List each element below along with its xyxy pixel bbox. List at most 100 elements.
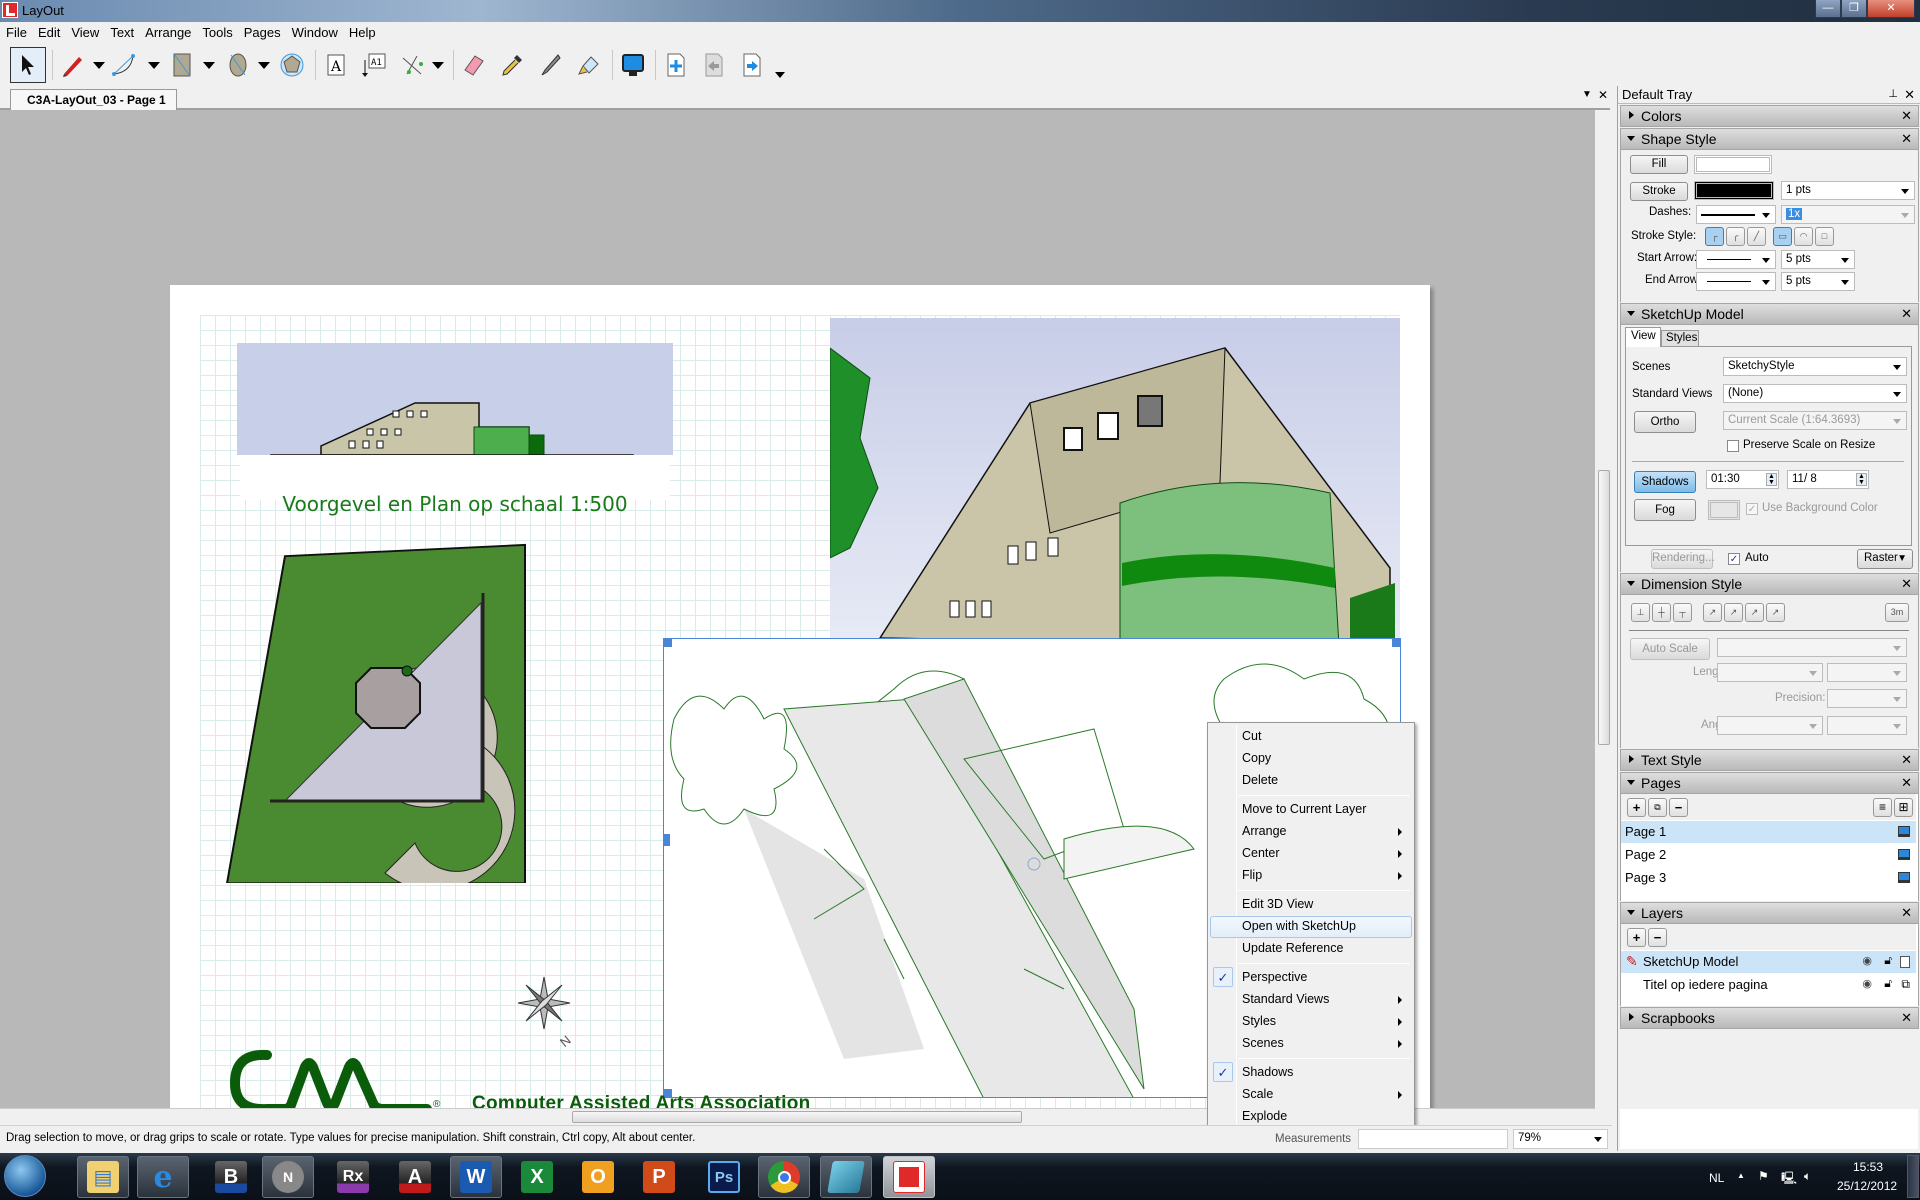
render-mode-dropdown[interactable]: Raster ▼ xyxy=(1857,549,1913,569)
language-indicator[interactable]: NL xyxy=(1709,1171,1724,1185)
menu-item-move-to-current-layer[interactable]: Move to Current Layer xyxy=(1210,799,1412,821)
auto-scale-button[interactable]: Auto Scale xyxy=(1630,638,1710,660)
dim-text-below-button[interactable]: ┬ xyxy=(1673,603,1692,622)
fill-color-swatch[interactable] xyxy=(1694,155,1772,174)
arc-tool-dropdown[interactable] xyxy=(148,62,160,69)
selection-grip-top-right[interactable] xyxy=(1392,639,1400,647)
pin-tray-icon[interactable]: ⊥ xyxy=(1888,87,1898,100)
standard-views-dropdown[interactable]: (None) xyxy=(1723,384,1907,403)
text-style-panel-header[interactable]: Text Style ✕ xyxy=(1620,749,1919,771)
rendering-button[interactable]: Rendering... xyxy=(1651,549,1715,569)
circle-tool-button[interactable] xyxy=(222,49,254,81)
page-list-item[interactable]: Page 3 xyxy=(1621,867,1916,889)
shadow-date-spinner[interactable]: ▲ ▼ xyxy=(1856,473,1867,486)
dim-scale-button[interactable]: 3m xyxy=(1885,603,1909,622)
menu-arrange[interactable]: Arrange xyxy=(139,22,196,40)
horizontal-scroll-thumb[interactable] xyxy=(572,1111,1022,1123)
action-center-flag-icon[interactable]: ⚑ xyxy=(1758,1169,1769,1183)
menu-edit[interactable]: Edit xyxy=(32,22,65,40)
dimension-style-panel-header[interactable]: Dimension Style ✕ xyxy=(1620,573,1919,595)
dimension-tool-dropdown[interactable] xyxy=(432,62,444,69)
delete-layer-button[interactable]: − xyxy=(1648,928,1667,947)
menu-item-perspective[interactable]: Perspective ✓ xyxy=(1210,967,1412,989)
ortho-button[interactable]: Ortho xyxy=(1634,411,1696,433)
taskbar-app-b[interactable]: B xyxy=(205,1156,257,1198)
north-arrow-icon[interactable]: N xyxy=(516,975,576,1050)
menu-item-scenes[interactable]: Scenes xyxy=(1210,1033,1412,1055)
miter-join-button[interactable]: ┌ xyxy=(1705,227,1724,246)
presentation-button[interactable] xyxy=(617,49,649,81)
menu-item-flip[interactable]: Flip xyxy=(1210,865,1412,887)
angle-precision-dropdown[interactable] xyxy=(1827,716,1907,735)
start-arrow-size-dropdown[interactable]: 5 pts xyxy=(1781,250,1855,269)
menu-item-shadows[interactable]: Shadows ✓ xyxy=(1210,1062,1412,1084)
dashes-dropdown[interactable] xyxy=(1696,205,1776,224)
menu-pages[interactable]: Pages xyxy=(238,22,286,40)
taskbar-app-a[interactable]: A xyxy=(389,1156,441,1198)
stroke-color-swatch[interactable] xyxy=(1694,181,1774,200)
close-scrapbooks-panel-icon[interactable]: ✕ xyxy=(1901,1010,1912,1026)
pages-panel-header[interactable]: Pages ✕ xyxy=(1620,772,1919,794)
page-list-item[interactable]: Page 2 xyxy=(1621,844,1916,866)
round-cap-button[interactable]: ◠ xyxy=(1794,227,1813,246)
menu-help[interactable]: Help xyxy=(343,22,381,40)
taskbar-word[interactable]: W xyxy=(450,1156,502,1198)
scenes-dropdown[interactable]: SketchyStyle xyxy=(1723,357,1907,376)
dash-scale-dropdown[interactable]: 1x xyxy=(1781,205,1915,224)
menu-file[interactable]: File xyxy=(0,22,32,40)
thumbnail-view-button[interactable]: ⊞ xyxy=(1894,798,1913,817)
previous-page-button[interactable] xyxy=(698,49,730,81)
tab-list-icon[interactable]: ▼ xyxy=(1582,89,1592,100)
menu-item-copy[interactable]: Copy xyxy=(1210,748,1412,770)
length-format-dropdown[interactable] xyxy=(1827,663,1907,682)
length-units-dropdown[interactable] xyxy=(1717,663,1823,682)
measurements-input[interactable] xyxy=(1358,1129,1508,1149)
layer-list-item[interactable]: Titel op iedere pagina ◉ 🔓︎ ⧉ xyxy=(1621,974,1916,996)
close-text-style-panel-icon[interactable]: ✕ xyxy=(1901,752,1912,768)
dim-align-2-button[interactable]: ↗ xyxy=(1724,603,1743,622)
flat-cap-button[interactable]: ▭ xyxy=(1773,227,1792,246)
square-cap-button[interactable]: □ xyxy=(1815,227,1834,246)
menu-item-scale[interactable]: Scale xyxy=(1210,1084,1412,1106)
layers-panel-header[interactable]: Layers ✕ xyxy=(1620,902,1919,924)
lock-icon[interactable]: 🔓︎ xyxy=(1884,976,1892,991)
bevel-join-button[interactable]: ╱ xyxy=(1747,227,1766,246)
end-arrow-size-dropdown[interactable]: 5 pts xyxy=(1781,272,1855,291)
lock-icon[interactable]: 🔓︎ xyxy=(1884,953,1892,968)
start-button[interactable] xyxy=(4,1155,46,1197)
elevation-caption[interactable]: Voorgevel en Plan op schaal 1:500 xyxy=(225,492,685,516)
scale-dropdown[interactable]: Current Scale (1:64.3693) xyxy=(1723,411,1907,430)
fog-color-swatch[interactable] xyxy=(1708,500,1740,520)
show-desktop-button[interactable] xyxy=(1907,1155,1919,1198)
list-view-button[interactable]: ≡ xyxy=(1873,798,1892,817)
label-tool-button[interactable]: A1 xyxy=(358,49,390,81)
clock-time[interactable]: 15:53 xyxy=(1853,1160,1883,1174)
shared-layer-icon[interactable] xyxy=(1900,956,1910,968)
add-page-button[interactable] xyxy=(660,49,692,81)
show-hidden-icons[interactable]: ▲ xyxy=(1737,1171,1745,1180)
network-icon[interactable]: 🖳︎ xyxy=(1781,1169,1797,1190)
dim-scale-dropdown[interactable] xyxy=(1717,638,1907,657)
menu-window[interactable]: Window xyxy=(286,22,343,40)
tab-view[interactable]: View xyxy=(1625,327,1661,347)
taskbar-layout[interactable] xyxy=(883,1156,935,1198)
menu-view[interactable]: View xyxy=(65,22,104,40)
angle-units-dropdown[interactable] xyxy=(1717,716,1823,735)
dim-text-above-button[interactable]: ⊥ xyxy=(1631,603,1650,622)
menu-item-delete[interactable]: Delete xyxy=(1210,770,1412,792)
menu-item-styles[interactable]: Styles xyxy=(1210,1011,1412,1033)
taskbar-notepad[interactable] xyxy=(820,1156,872,1198)
close-sketchup-model-panel-icon[interactable]: ✕ xyxy=(1901,306,1912,322)
site-plan-viewport[interactable] xyxy=(225,543,545,891)
use-background-color-checkbox[interactable]: ✓ xyxy=(1746,503,1758,515)
layer-list-item[interactable]: ✎ SketchUp Model ◉ 🔓︎ xyxy=(1621,951,1916,973)
arc-tool-button[interactable] xyxy=(108,49,140,81)
taskbar-app-rx[interactable]: Rx xyxy=(327,1156,379,1198)
page-list-item[interactable]: Page 1 xyxy=(1621,821,1916,843)
taskbar-explorer[interactable]: ▤ xyxy=(77,1156,129,1198)
line-tool-button[interactable] xyxy=(56,49,88,81)
join-tool-button[interactable] xyxy=(572,49,604,81)
taskbar-photoshop[interactable]: Ps xyxy=(698,1156,750,1198)
stroke-button[interactable]: Stroke xyxy=(1630,182,1688,201)
eraser-tool-button[interactable] xyxy=(458,49,490,81)
